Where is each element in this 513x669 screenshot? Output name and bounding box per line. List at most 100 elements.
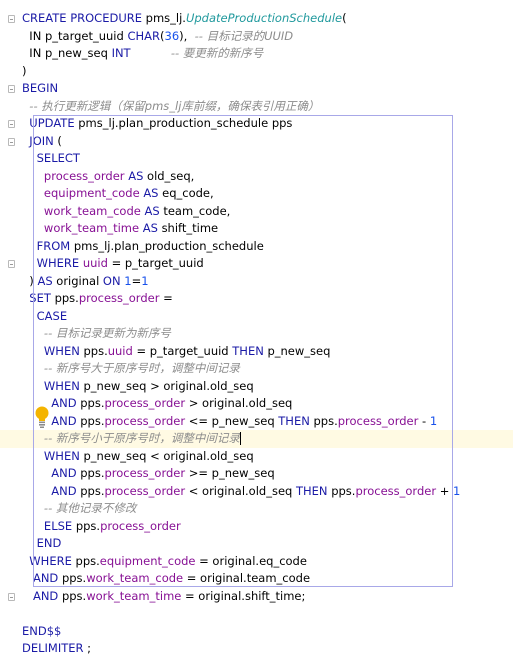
code-token: IN p_new_seq [22,46,112,60]
code-token: THEN [232,343,268,358]
code-line-text: SELECT [22,150,80,168]
code-line[interactable]: END$$ [0,623,513,641]
code-line[interactable]: AND pps.work_team_time = original.shift_… [0,588,513,606]
code-token: WHEN [22,378,84,393]
code-editor[interactable]: CREATE PROCEDURE pms_lj.UpdateProduction… [0,0,513,669]
code-line[interactable]: BEGIN [0,80,513,98]
code-token: = [163,291,173,305]
code-token: CASE [22,308,68,323]
code-line[interactable]: -- 执行更新逻辑（保留pms_lj库前缀，确保表引用正确） [0,98,513,116]
code-line-text: ELSE pps.process_order [22,518,181,536]
code-token: pps. [61,571,87,585]
code-line[interactable]: AND pps.work_team_code = original.team_c… [0,570,513,588]
code-token: pps. [80,466,105,480]
code-token: process_order [100,518,181,533]
code-line[interactable]: WHEN p_new_seq > original.old_seq [0,378,513,396]
code-token: = p_target_uuid [136,343,233,358]
code-line[interactable]: CREATE PROCEDURE pms_lj.UpdateProduction… [0,10,513,28]
code-token: -- 新序号小于原序号时，调整中间记录 [22,431,240,445]
code-line[interactable]: ) AS original ON 1=1 [0,273,513,291]
code-token: pps. [61,588,87,603]
code-token: process_order [355,483,440,498]
code-token: work_team_code [22,203,145,218]
code-line-text: AND pps.process_order < original.old_seq… [22,483,460,501]
code-token: -- 目标记录的UUID [194,28,294,43]
code-token: work_team_time [86,588,186,603]
code-token: WHERE [22,256,83,270]
code-line[interactable]: WHEN p_new_seq < original.old_seq [0,448,513,466]
code-line[interactable]: IN p_new_seq INT -- 要更新的新序号 [0,45,513,63]
lightbulb-icon[interactable] [34,405,50,429]
code-line[interactable]: AND pps.process_order >= p_new_seq [0,465,513,483]
code-line-text: work_team_time AS shift_time [22,220,218,238]
code-token: pps. [54,291,79,305]
code-line[interactable]: work_team_time AS shift_time [0,220,513,238]
code-token: 36 [164,28,180,43]
code-line-text: UPDATE pms_lj.plan_production_schedule p… [22,115,292,133]
code-line[interactable]: DELIMITER ; [0,640,513,658]
code-token: ) [22,273,38,288]
code-line[interactable]: JOIN ( [0,133,513,151]
code-line[interactable]: equipment_code AS eq_code, [0,185,513,203]
code-token: + [439,483,453,498]
code-line[interactable]: WHERE uuid = p_target_uuid [0,255,513,273]
code-line[interactable] [0,605,513,623]
code-line-text: equipment_code AS eq_code, [22,185,214,203]
code-line[interactable]: work_team_code AS team_code, [0,203,513,221]
code-line[interactable]: END [0,535,513,553]
code-line[interactable]: WHERE pps.equipment_code = original.eq_c… [0,553,513,571]
code-token: uuid [82,256,112,270]
code-token: AS [144,203,164,218]
code-token: pms_lj. [145,11,186,25]
code-line[interactable]: CASE [0,308,513,326]
code-line[interactable]: AND pps.process_order < original.old_seq… [0,483,513,501]
code-line[interactable]: IN p_target_uuid CHAR(36), -- 目标记录的UUID [0,28,513,46]
code-line[interactable]: AND pps.process_order > original.old_seq [0,395,513,413]
code-line-text: CASE [22,308,67,326]
code-token: BEGIN [22,81,59,95]
code-line[interactable]: SET pps.process_order = [0,290,513,308]
code-token: ( [342,11,347,25]
code-token: ELSE [22,518,76,533]
code-line[interactable]: UPDATE pms_lj.plan_production_schedule p… [0,115,513,133]
code-line[interactable]: ) [0,63,513,81]
code-line[interactable]: AND pps.process_order <= p_new_seq THEN … [0,413,513,431]
code-token: CREATE PROCEDURE [22,11,146,25]
code-token: > original.old_seq [188,396,293,410]
code-token: UPDATE [22,116,79,130]
code-line[interactable]: -- 新序号小于原序号时，调整中间记录 [0,430,513,448]
code-token: - [422,413,430,428]
code-token: p_new_seq [267,343,331,358]
code-token: AND [22,466,81,480]
code-line-text: AND pps.process_order > original.old_seq [22,395,292,413]
code-token: AND [22,413,81,428]
code-line[interactable]: SELECT [0,150,513,168]
code-token: = original.team_code [186,571,311,585]
code-line[interactable]: ELSE pps.process_order [0,518,513,536]
code-token: uuid [107,343,137,358]
code-line[interactable]: -- 新序号大于原序号时，调整中间记录 [0,360,513,378]
code-line-text: IN p_new_seq INT -- 要更新的新序号 [22,45,263,63]
code-line-text: CREATE PROCEDURE pms_lj.UpdateProduction… [22,10,347,28]
code-token: process_order [78,291,164,305]
code-token: p_new_seq > original.old_seq [83,378,254,393]
code-line-text: -- 目标记录更新为新序号 [22,325,171,343]
code-token: eq_code, [162,186,214,200]
code-line[interactable]: FROM pms_lj.plan_production_schedule [0,238,513,256]
code-token: 1 [141,273,149,288]
code-token: old_seq, [147,168,195,183]
code-token: -- 其他记录不修改 [22,501,137,515]
code-token: < original.old_seq [188,483,296,498]
code-line[interactable]: -- 其他记录不修改 [0,500,513,518]
code-token: pps. [80,483,105,498]
code-token: WHERE [22,553,76,568]
code-token: AND [22,571,62,585]
code-line-text: -- 执行更新逻辑（保留pms_lj库前缀，确保表引用正确） [22,98,319,116]
code-token: pps. [80,396,105,410]
code-line[interactable]: WHEN pps.uuid = p_target_uuid THEN p_new… [0,343,513,361]
code-line[interactable]: process_order AS old_seq, [0,168,513,186]
code-token: equipment_code [22,186,144,200]
code-line[interactable]: -- 目标记录更新为新序号 [0,325,513,343]
code-token: pps. [83,343,108,358]
